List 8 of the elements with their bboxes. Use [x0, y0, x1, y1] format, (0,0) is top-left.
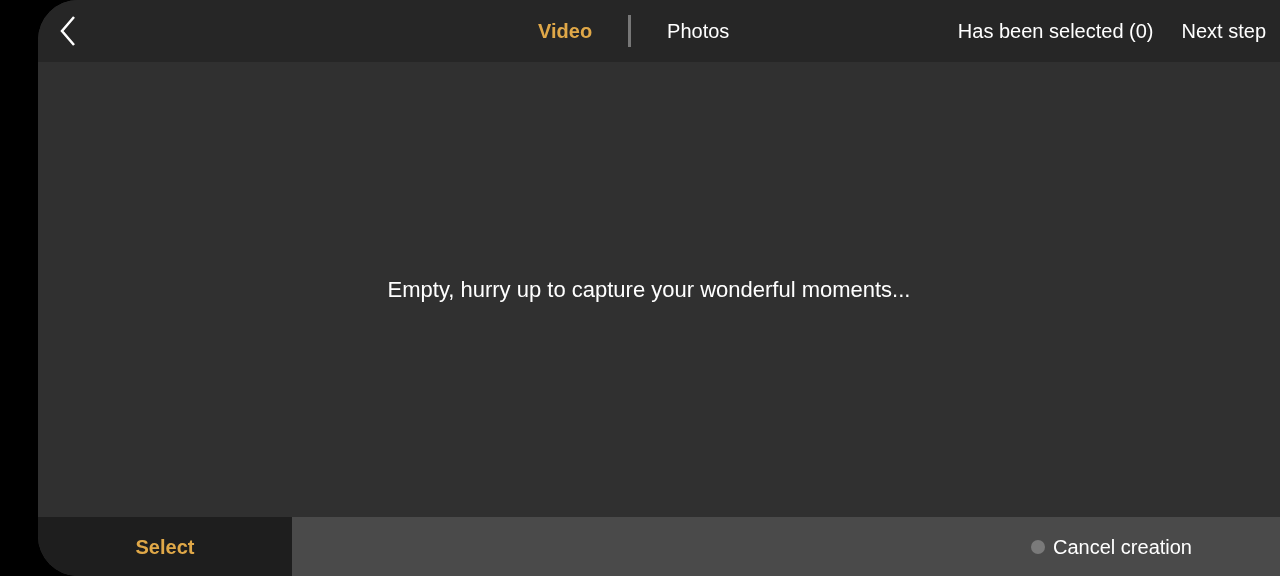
selection-count: Has been selected (0): [957, 19, 1154, 44]
back-icon: [60, 15, 76, 47]
empty-message: Empty, hurry up to capture your wonderful moments...: [387, 276, 911, 304]
tab[interactable]: Photos: [667, 16, 730, 46]
cancel-creation-button[interactable]: Cancel creation: [1031, 531, 1192, 562]
select-button[interactable]: Select: [38, 517, 292, 576]
tab[interactable]: Video: [538, 16, 593, 46]
next-step-button[interactable]: Next step: [1181, 16, 1266, 46]
